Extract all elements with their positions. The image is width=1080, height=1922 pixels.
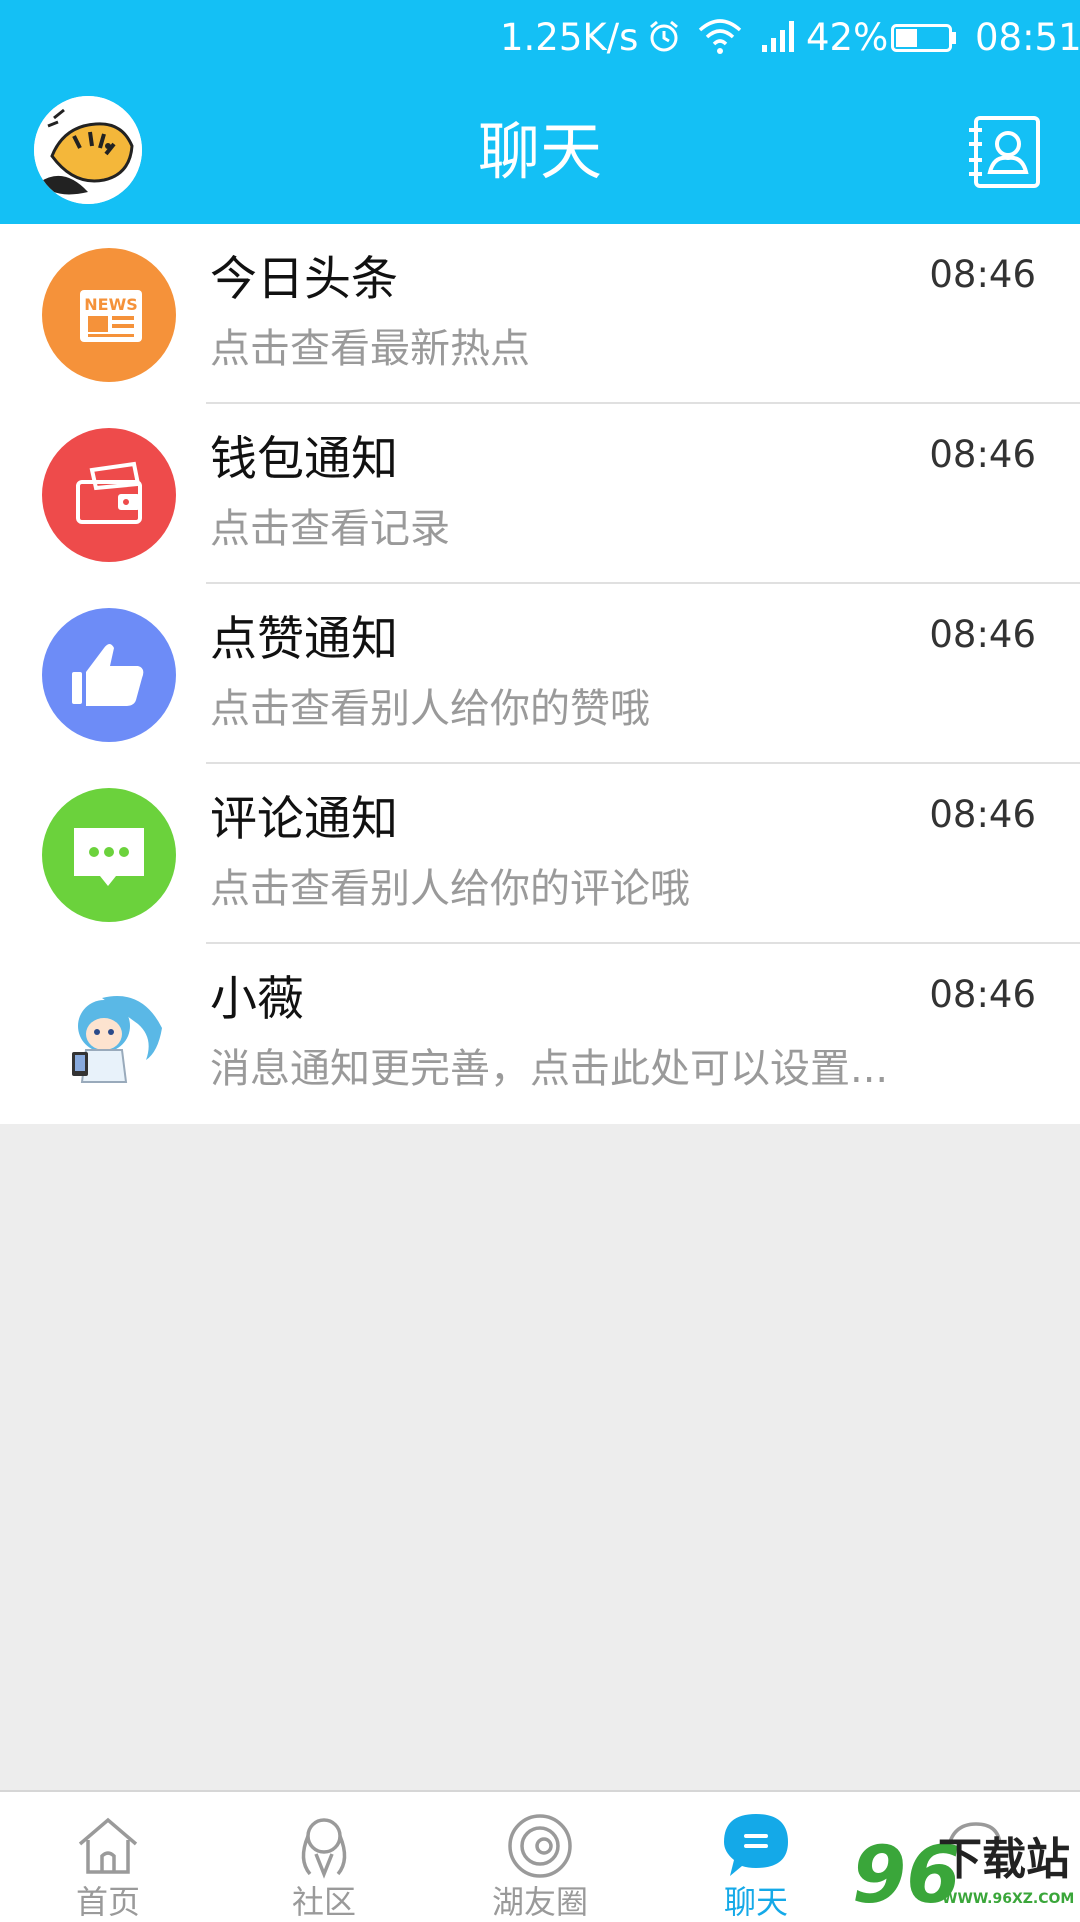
clock: 08:51 xyxy=(975,16,1080,59)
chat-subtitle: 点击查看最新热点 xyxy=(210,326,530,372)
nav-label: 聊天 xyxy=(723,1883,788,1921)
friends-circle-icon xyxy=(508,1814,572,1878)
community-icon xyxy=(301,1818,347,1879)
watermark-url: WWW.96XZ.COM xyxy=(942,1891,1075,1907)
watermark-text: 下载站 xyxy=(938,1834,1070,1885)
chat-row-likes[interactable]: 点赞通知 点击查看别人给你的赞哦 08:46 xyxy=(0,584,1080,764)
chat-title: 评论通知 xyxy=(210,792,398,847)
chat-row-comments[interactable]: 评论通知 点击查看别人给你的评论哦 08:46 xyxy=(0,764,1080,944)
chat-subtitle: 点击查看别人给你的赞哦 xyxy=(210,686,650,732)
nav-home[interactable]: 首页 xyxy=(0,1792,216,1922)
network-speed: 1.25K/s xyxy=(500,16,639,59)
nav-friends-circle[interactable]: 湖友圈 xyxy=(432,1792,648,1922)
comment-icon xyxy=(42,788,176,922)
top-bar: 1.25K/s 42% 08:51 聊天 xyxy=(0,0,1080,224)
chat-subtitle: 消息通知更完善，点击此处可以设置... xyxy=(210,1046,889,1092)
signal-icon xyxy=(762,21,794,52)
home-icon xyxy=(78,1817,138,1874)
watermark-logo: 96 下载站 WWW.96XZ.COM xyxy=(852,1832,1080,1920)
chat-list: NEWS 今日头条 点击查看最新热点 08:46 钱包通知 点击查看记录 08:… xyxy=(0,224,1080,1124)
battery-percent: 42% xyxy=(806,16,889,59)
chat-time: 08:46 xyxy=(929,793,1036,836)
chat-title: 钱包通知 xyxy=(210,432,398,487)
assistant-avatar-icon xyxy=(42,968,176,1102)
nav-label: 首页 xyxy=(75,1883,140,1921)
status-bar: 1.25K/s 42% 08:51 xyxy=(0,0,1080,76)
chat-time: 08:46 xyxy=(929,253,1036,296)
alarm-icon xyxy=(650,20,678,52)
battery-icon xyxy=(891,24,956,52)
wifi-icon xyxy=(698,19,742,54)
nav-community[interactable]: 社区 xyxy=(216,1792,432,1922)
chat-icon xyxy=(724,1814,788,1876)
nav-chat[interactable]: 聊天 xyxy=(648,1792,864,1922)
svg-text:NEWS: NEWS xyxy=(84,295,138,314)
nav-label: 社区 xyxy=(291,1883,356,1921)
chat-subtitle: 点击查看别人给你的评论哦 xyxy=(210,866,690,912)
chat-subtitle: 点击查看记录 xyxy=(210,506,450,552)
chat-title: 点赞通知 xyxy=(210,612,398,667)
thumbs-up-icon xyxy=(42,608,176,742)
chat-time: 08:46 xyxy=(929,433,1036,476)
chat-time: 08:46 xyxy=(929,973,1036,1016)
page-title: 聊天 xyxy=(477,115,602,188)
chat-time: 08:46 xyxy=(929,613,1036,656)
chat-row-xiaowei[interactable]: 小薇 消息通知更完善，点击此处可以设置... 08:46 xyxy=(0,944,1080,1124)
chat-row-wallet[interactable]: 钱包通知 点击查看记录 08:46 xyxy=(0,404,1080,584)
chat-row-toutiao[interactable]: NEWS 今日头条 点击查看最新热点 08:46 xyxy=(0,224,1080,404)
wallet-icon xyxy=(42,428,176,562)
chat-title: 今日头条 xyxy=(210,252,398,307)
news-icon: NEWS xyxy=(42,248,176,382)
chat-title: 小薇 xyxy=(210,972,304,1027)
header: 聊天 xyxy=(0,76,1080,224)
nav-label: 湖友圈 xyxy=(491,1883,588,1921)
contacts-book-icon[interactable] xyxy=(966,114,1042,190)
